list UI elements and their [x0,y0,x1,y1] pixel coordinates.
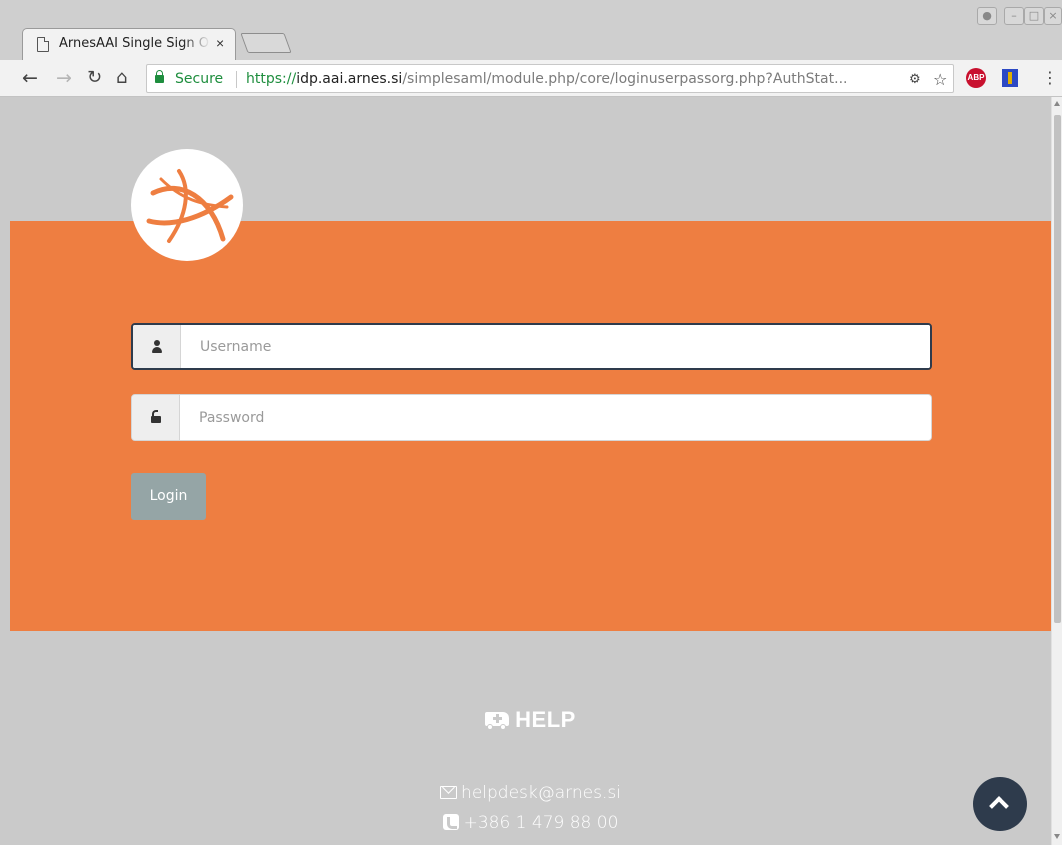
login-button[interactable]: Login [131,473,206,520]
scroll-up-arrow[interactable] [1054,101,1060,106]
home-icon[interactable]: ⌂ [116,67,127,89]
help-heading: HELP [10,707,1051,733]
lock-icon [155,70,164,83]
url-path: /simplesaml/module.php/core/loginuserpas… [402,71,848,87]
scroll-thumb[interactable] [1054,115,1061,623]
unlock-icon [151,410,161,424]
phone-icon [442,814,459,830]
password-field[interactable] [131,394,932,441]
help-title: HELP [515,707,576,732]
ambulance-icon [485,710,510,730]
omnibox-separator [236,71,237,88]
envelope-icon [440,786,458,799]
password-addon [132,395,180,440]
url-host: idp.aai.arnes.si [296,71,403,87]
scroll-to-top-button[interactable] [973,777,1027,831]
extension-icon[interactable] [1002,69,1018,87]
blocked-popup-icon[interactable]: ⚙ [909,72,921,87]
browser-toolbar: ← → ↻ ⌂ Secure https://idp.aai.arnes.si/… [0,60,1062,97]
help-phone: +386 1 479 88 00 [463,813,619,833]
maximize-button[interactable]: □ [1024,7,1044,25]
tab-close-icon[interactable]: × [216,35,224,51]
user-icon [152,340,162,354]
reload-icon[interactable]: ↻ [87,67,102,89]
bookmark-star-icon[interactable]: ☆ [933,70,947,89]
password-input[interactable] [180,395,931,440]
adblock-plus-icon[interactable]: ABP [966,68,986,88]
back-icon[interactable]: ← [22,67,38,89]
chevron-up-icon [989,796,1009,816]
page-scrollbar[interactable] [1051,97,1062,845]
secure-label: Secure [175,71,224,87]
close-window-button[interactable]: × [1044,7,1062,25]
url-text[interactable]: https://idp.aai.arnes.si/simplesaml/modu… [246,71,847,87]
address-bar[interactable]: Secure https://idp.aai.arnes.si/simplesa… [146,64,954,93]
page-icon [37,37,49,52]
page-content: Login HELP helpdesk@arnes.si +386 1 479 … [10,97,1051,845]
username-input[interactable] [181,325,930,368]
help-email[interactable]: helpdesk@arnes.si [461,783,621,803]
minimize-button[interactable]: – [1004,7,1024,25]
login-panel: Login [10,221,1051,631]
scroll-down-arrow[interactable] [1054,834,1060,839]
profile-icon[interactable]: ● [977,7,997,25]
help-phone-line: +386 1 479 88 00 [10,813,1051,833]
browser-menu-icon[interactable]: ⋮ [1042,68,1058,87]
forward-icon[interactable]: → [56,67,72,89]
arnes-logo [131,149,243,261]
new-tab-button[interactable] [240,33,292,53]
username-field[interactable] [131,323,932,370]
browser-titlebar: ArnesAAI Single Sign On × ● – □ × [0,0,1062,60]
browser-tab[interactable]: ArnesAAI Single Sign On × [22,28,236,60]
help-email-line[interactable]: helpdesk@arnes.si [10,783,1051,803]
username-addon [133,325,181,368]
url-scheme: https:// [246,71,297,87]
tab-title-fade [183,33,217,55]
